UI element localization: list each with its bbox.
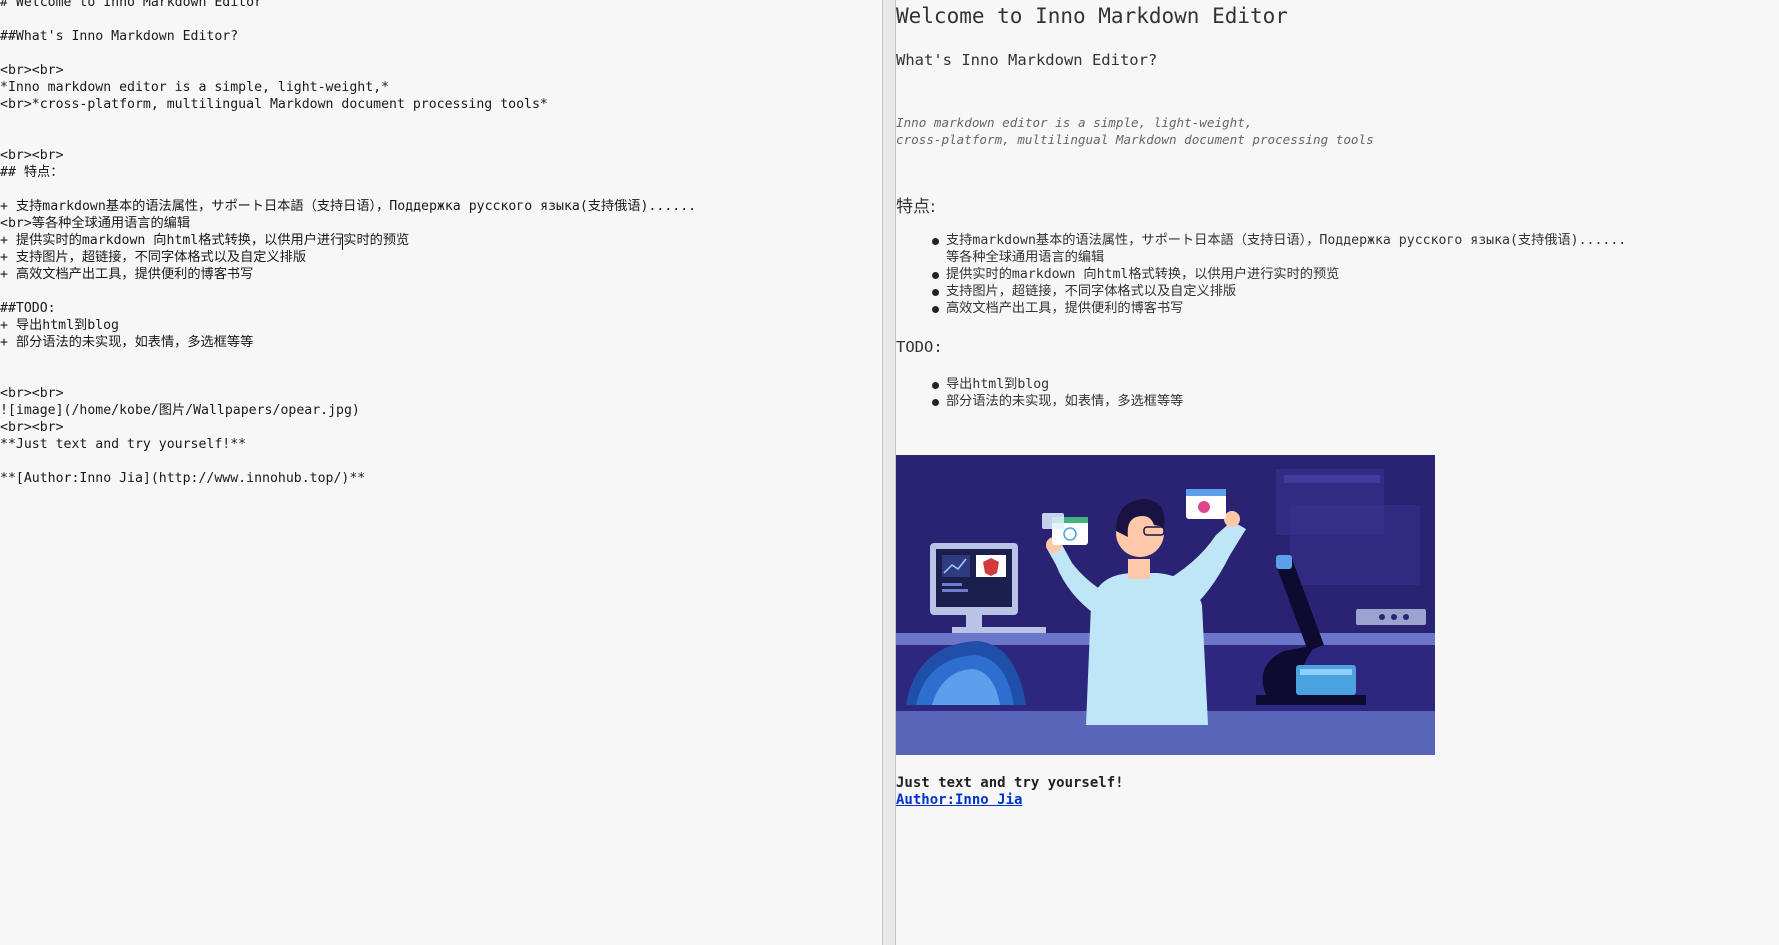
editor-line[interactable]: ![image](/home/kobe/图片/Wallpapers/opear.… [0, 402, 880, 419]
editor-line[interactable]: <br><br> [0, 419, 880, 436]
markdown-source-editor[interactable]: # Welcome to Inno Markdown Editor ##What'… [0, 0, 882, 945]
description-line-2: cross-platform, multilingual Markdown do… [896, 132, 1374, 147]
editor-line[interactable]: # Welcome to Inno Markdown Editor [0, 0, 880, 11]
list-item: 高效文档产出工具，提供便利的博客书写 [932, 300, 1772, 317]
editor-line[interactable] [0, 11, 880, 28]
editor-line[interactable] [0, 368, 880, 385]
editor-line[interactable]: + 高效文档产出工具，提供便利的博客书写 [0, 266, 880, 283]
features-list: 支持markdown基本的语法属性，サポート日本語（支持日语），Поддержк… [932, 232, 1772, 317]
author-link[interactable]: Author:Inno Jia [896, 792, 1022, 808]
editor-line[interactable]: <br><br> [0, 62, 880, 79]
features-heading: 特点: [896, 197, 936, 217]
editor-line[interactable] [0, 283, 880, 300]
editor-line[interactable]: <br><br> [0, 385, 880, 402]
preview-description: Inno markdown editor is a simple, light-… [896, 114, 1766, 148]
preview-strong-text: Just text and try yourself! [896, 775, 1124, 791]
list-item: 支持markdown基本的语法属性，サポート日本語（支持日语），Поддержк… [932, 232, 1772, 249]
editor-line[interactable]: + 支持markdown基本的语法属性，サポート日本語（支持日语），Поддер… [0, 198, 880, 215]
markdown-editor-window: # Welcome to Inno Markdown Editor ##What'… [0, 0, 1779, 945]
editor-line[interactable]: + 提供实时的markdown 向html格式转换，以供用户进行实时的预览 [0, 232, 880, 249]
preview-title: Welcome to Inno Markdown Editor [896, 4, 1288, 28]
preview-subtitle: What's Inno Markdown Editor? [896, 51, 1158, 69]
preview-image [896, 455, 1435, 755]
editor-text[interactable]: # Welcome to Inno Markdown Editor ##What'… [0, 0, 880, 487]
editor-line[interactable]: <br><br> [0, 147, 880, 164]
editor-line[interactable] [0, 45, 880, 62]
editor-line[interactable]: <br>*cross-platform, multilingual Markdo… [0, 96, 880, 113]
editor-line[interactable]: *Inno markdown editor is a simple, light… [0, 79, 880, 96]
editor-line[interactable]: ## 特点： [0, 164, 880, 181]
todo-heading: TODO: [896, 338, 943, 356]
editor-line[interactable] [0, 181, 880, 198]
list-item: 导出html到blog [932, 376, 1772, 393]
list-item: 支持图片，超链接，不同字体格式以及自定义排版 [932, 283, 1772, 300]
editor-line[interactable] [0, 130, 880, 147]
editor-line[interactable]: + 支持图片，超链接，不同字体格式以及自定义排版 [0, 249, 880, 266]
editor-line[interactable]: ##TODO: [0, 300, 880, 317]
editor-line[interactable]: **[Author:Inno Jia](http://www.innohub.t… [0, 470, 880, 487]
list-item: 提供实时的markdown 向html格式转换，以供用户进行实时的预览 [932, 266, 1772, 283]
editor-line[interactable] [0, 351, 880, 368]
editor-line[interactable]: ##What's Inno Markdown Editor? [0, 28, 880, 45]
scientist-illustration [896, 455, 1435, 755]
pane-splitter[interactable] [882, 0, 896, 945]
editor-line[interactable] [0, 113, 880, 130]
text-caret [342, 234, 343, 250]
editor-line[interactable]: <br>等各种全球通用语言的编辑 [0, 215, 880, 232]
todo-list: 导出html到blog 部分语法的未实现，如表情，多选框等等 [932, 376, 1772, 410]
html-preview-pane: Welcome to Inno Markdown Editor What's I… [896, 0, 1779, 945]
description-line-1: Inno markdown editor is a simple, light-… [896, 115, 1253, 130]
editor-line[interactable]: + 部分语法的未实现，如表情，多选框等等 [0, 334, 880, 351]
list-item-continuation: 等各种全球通用语言的编辑 [946, 250, 1105, 265]
list-item: 部分语法的未实现，如表情，多选框等等 [932, 393, 1772, 410]
editor-line[interactable] [0, 453, 880, 470]
editor-line[interactable]: **Just text and try yourself!** [0, 436, 880, 453]
editor-line[interactable]: + 导出html到blog [0, 317, 880, 334]
